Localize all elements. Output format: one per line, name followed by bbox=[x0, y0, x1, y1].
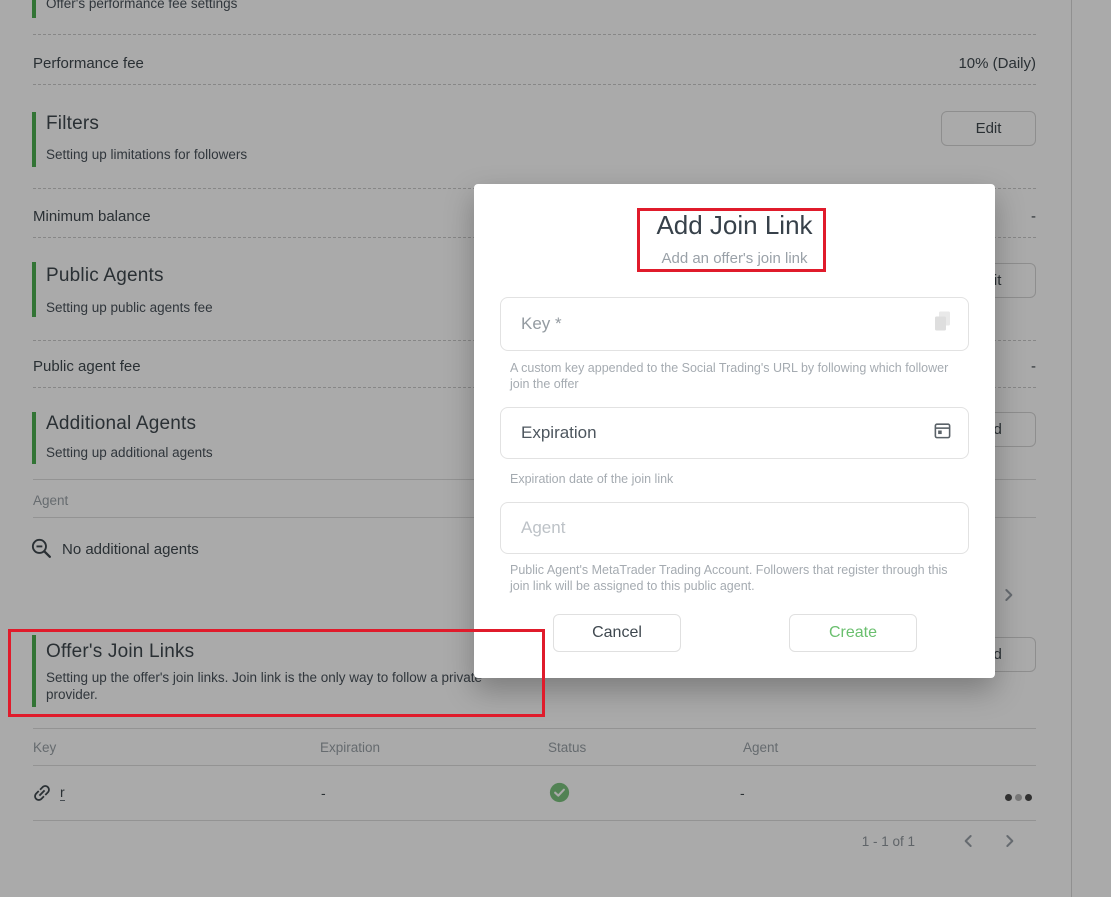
key-field bbox=[500, 297, 969, 351]
agent-input[interactable] bbox=[521, 503, 921, 553]
dialog-title: Add Join Link bbox=[656, 210, 813, 240]
calendar-icon[interactable] bbox=[933, 421, 952, 445]
cancel-button[interactable]: Cancel bbox=[553, 614, 681, 652]
create-button[interactable]: Create bbox=[789, 614, 917, 652]
offer-settings-page: Offer's performance fee settings Perform… bbox=[0, 0, 1111, 897]
agent-helper-text: Public Agent's MetaTrader Trading Accoun… bbox=[510, 563, 948, 593]
expiration-field bbox=[500, 407, 969, 459]
add-join-link-dialog: Add Join Link Add an offer's join link A… bbox=[474, 184, 995, 678]
key-helper-text: A custom key appended to the Social Trad… bbox=[510, 361, 949, 391]
expiration-input[interactable] bbox=[521, 408, 921, 458]
dialog-subtitle: Add an offer's join link bbox=[661, 250, 808, 267]
key-input[interactable] bbox=[521, 298, 921, 350]
paste-icon[interactable] bbox=[932, 311, 952, 338]
agent-field bbox=[500, 502, 969, 554]
expiration-helper-text: Expiration date of the join link bbox=[510, 472, 674, 486]
